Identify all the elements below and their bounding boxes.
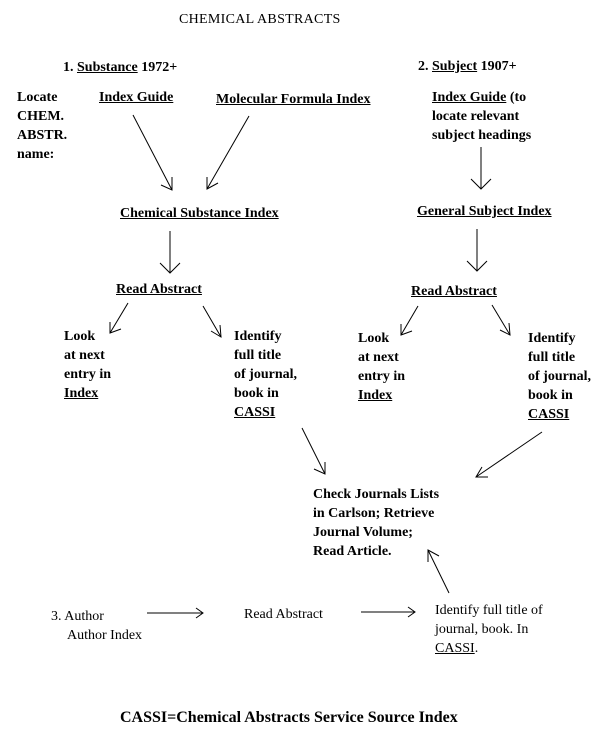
arrow-gsi-to-read-abstract — [466, 229, 488, 272]
arrow-s3-to-check — [427, 549, 450, 594]
arrow-s1-to-identify — [202, 305, 222, 338]
arrow-s2-guide-to-gsi — [470, 147, 492, 190]
arrow-index-guide-to-csi — [132, 114, 173, 191]
arrow-s1-cassi-to-check — [301, 427, 326, 475]
arrow-s2-cassi-to-check — [475, 431, 543, 478]
arrow-author-to-read-abstract — [147, 607, 204, 619]
arrow-csi-to-read-abstract — [159, 231, 181, 274]
arrow-s1-to-look — [109, 302, 129, 334]
arrow-s2-to-look — [400, 305, 419, 336]
arrow-read-abstract-to-identify — [361, 606, 416, 618]
arrow-mfi-to-csi — [206, 115, 250, 190]
arrow-s2-to-identify — [491, 304, 511, 336]
flow-arrows — [109, 114, 543, 619]
